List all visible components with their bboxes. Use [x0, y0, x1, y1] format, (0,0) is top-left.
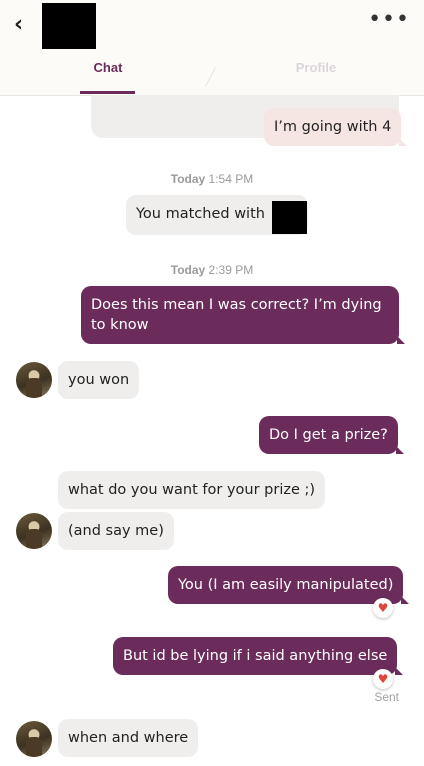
message-text: You matched with: [136, 206, 265, 222]
message-bubble-incoming[interactable]: (and say me): [58, 512, 174, 550]
more-dots-icon[interactable]: •••: [368, 8, 410, 32]
message-bubble-incoming[interactable]: you won: [58, 361, 140, 399]
message-text: you won: [68, 372, 130, 388]
timestamp-time: 1:54 PM: [208, 172, 254, 186]
message-text: But id be lying if i said anything else: [123, 648, 388, 664]
timestamp-day: Today: [170, 172, 206, 186]
sent-status: Sent: [374, 690, 399, 704]
message-bubble-outgoing[interactable]: I’m going with 4: [264, 108, 408, 146]
message-bubble-outgoing[interactable]: You (I am easily manipulated): [168, 566, 410, 604]
message-text: I’m going with 4: [274, 119, 392, 135]
timestamp-time: 2:39 PM: [208, 263, 254, 277]
message-bubble-outgoing[interactable]: But id be lying if i said anything else: [113, 637, 404, 675]
heart-icon[interactable]: ♥: [373, 669, 393, 689]
message-bubble-outgoing[interactable]: Does this mean I was correct? I’m dying …: [81, 286, 405, 344]
timestamp-day: Today: [170, 263, 206, 277]
tab-divider: [204, 67, 217, 87]
message-text: You (I am easily manipulated): [178, 577, 394, 593]
heart-icon[interactable]: ♥: [373, 598, 393, 618]
tab-profile[interactable]: Profile: [288, 60, 344, 75]
timestamp: Today 1:54 PM: [0, 172, 424, 186]
redacted-contact-name: [42, 3, 96, 49]
chevron-left-icon[interactable]: ‹: [14, 12, 38, 38]
message-text: Does this mean I was correct? I’m dying …: [91, 297, 382, 333]
tab-chat[interactable]: Chat: [80, 60, 136, 75]
active-tab-indicator: [80, 91, 135, 94]
chat-header: ‹ ••• Chat Profile: [0, 0, 424, 96]
timestamp: Today 2:39 PM: [0, 263, 424, 277]
message-text: Do I get a prize?: [269, 427, 388, 443]
avatar[interactable]: [16, 721, 52, 757]
message-bubble-incoming[interactable]: what do you want for your prize ;): [58, 471, 326, 509]
redacted-match-name: [272, 201, 307, 234]
message-bubble-outgoing[interactable]: Do I get a prize?: [259, 416, 404, 454]
message-text: when and where: [68, 730, 189, 746]
message-text: (and say me): [68, 523, 164, 539]
message-bubble-incoming[interactable]: when and where: [58, 719, 199, 757]
avatar[interactable]: [16, 513, 52, 549]
message-text: what do you want for your prize ;): [68, 482, 316, 498]
avatar[interactable]: [16, 362, 52, 398]
